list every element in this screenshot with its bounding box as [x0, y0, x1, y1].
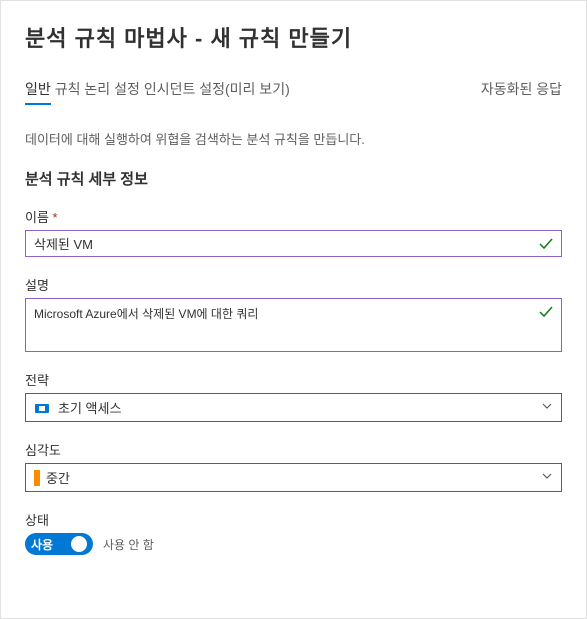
name-input[interactable]: [25, 230, 562, 257]
tactics-value: 초기 액세스: [58, 398, 541, 417]
severity-select[interactable]: 중간: [25, 463, 562, 492]
checkmark-icon: [538, 236, 554, 257]
toggle-on-label: 사용: [31, 536, 53, 553]
description-field-group: 설명 Microsoft Azure에서 삭제된 VM에 대한 쿼리: [25, 275, 562, 352]
intro-description: 데이터에 대해 실행하여 위협을 검색하는 분석 규칙을 만듭니다.: [25, 129, 562, 148]
severity-label: 심각도: [25, 440, 562, 459]
tactics-icon: [34, 400, 50, 416]
tactics-label: 전략: [25, 370, 562, 389]
severity-indicator-icon: [34, 470, 40, 486]
page-title: 분석 규칙 마법사 - 새 규칙 만들기: [25, 21, 562, 53]
chevron-down-icon: [541, 469, 553, 487]
tabs: 일반 규칙 논리 설정 인시던트 설정(미리 보기) 자동화된 응답: [25, 75, 562, 105]
name-field-group: 이름 *: [25, 207, 562, 257]
toggle-off-label: 사용 안 함: [103, 536, 154, 553]
tab-general[interactable]: 일반: [25, 75, 51, 105]
name-label: 이름 *: [25, 207, 562, 226]
severity-field-group: 심각도 중간: [25, 440, 562, 492]
chevron-down-icon: [541, 399, 553, 417]
status-field-group: 상태 사용 사용 안 함: [25, 510, 562, 555]
tactics-field-group: 전략 초기 액세스: [25, 370, 562, 422]
severity-value: 중간: [46, 468, 541, 487]
name-label-text: 이름: [25, 210, 49, 225]
tab-incident-settings[interactable]: 인시던트 설정(미리 보기): [144, 75, 290, 105]
section-title: 분석 규칙 세부 정보: [25, 168, 562, 189]
description-label: 설명: [25, 275, 562, 294]
tactics-select[interactable]: 초기 액세스: [25, 393, 562, 422]
status-toggle[interactable]: 사용: [25, 533, 93, 555]
description-input[interactable]: Microsoft Azure에서 삭제된 VM에 대한 쿼리: [25, 298, 562, 352]
toggle-knob-icon: [71, 536, 87, 552]
status-label: 상태: [25, 510, 562, 529]
checkmark-icon: [538, 304, 554, 325]
tab-rule-logic[interactable]: 규칙 논리 설정: [55, 75, 140, 105]
required-asterisk-icon: *: [53, 210, 58, 225]
tab-automated-response[interactable]: 자동화된 응답: [481, 75, 562, 105]
